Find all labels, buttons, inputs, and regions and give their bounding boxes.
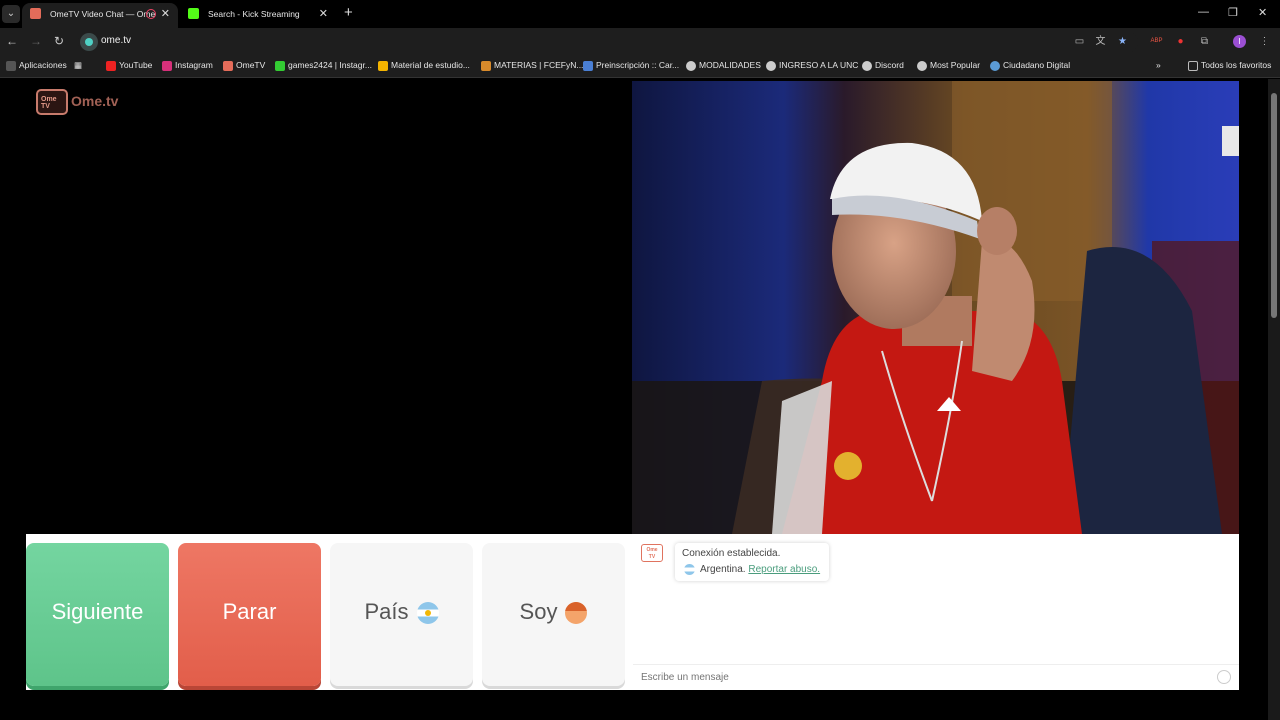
connection-status: Conexión establecida. <box>682 548 781 559</box>
apps-grid-icon <box>6 61 16 71</box>
kick-favicon-icon <box>188 8 199 19</box>
partner-country: Argentina. <box>700 564 746 575</box>
logo-wordmark: Ome.tv <box>71 93 119 109</box>
bookmark-youtube[interactable]: YouTube <box>106 60 152 71</box>
more-bookmarks-icon[interactable]: » <box>1156 60 1161 70</box>
gender-button[interactable]: Soy <box>482 543 625 686</box>
adblock-icon[interactable]: ABP <box>1150 35 1163 48</box>
guarani-icon <box>583 61 593 71</box>
partner-video-frame <box>632 81 1239 534</box>
argentina-flag-icon <box>416 602 439 625</box>
tab-title: Search - Kick Streaming <box>208 9 300 19</box>
country-button[interactable]: País <box>330 543 473 686</box>
boy-emoji-icon <box>565 602 588 625</box>
globe-icon <box>862 61 872 71</box>
site-info-icon[interactable] <box>80 33 98 51</box>
bookmark-instagram[interactable]: Instagram <box>162 60 213 71</box>
bookmark-ciudadano[interactable]: Ciudadano Digital <box>990 60 1070 71</box>
tab-strip: ⌄ OmeTV Video Chat — Ome ✕ Search - Kick… <box>0 0 1280 28</box>
materias-icon <box>481 61 491 71</box>
bookmark-star-icon[interactable]: ★ <box>1116 35 1129 48</box>
partner-video <box>632 81 1239 534</box>
profile-avatar-icon[interactable]: I <box>1233 35 1246 48</box>
tab-ometv[interactable]: OmeTV Video Chat — Ome ✕ <box>22 3 178 28</box>
folder-icon <box>1188 61 1198 71</box>
next-button-label: Siguiente <box>51 599 144 624</box>
globe-icon <box>917 61 927 71</box>
minimize-icon[interactable]: — <box>1198 6 1209 18</box>
bookmark-material[interactable]: Material de estudio... <box>378 60 470 71</box>
system-message: Conexión establecida. Argentina. Reporta… <box>675 543 829 581</box>
close-window-icon[interactable]: ✕ <box>1258 6 1267 19</box>
drive-icon <box>378 61 388 71</box>
bookmarks-bar: Aplicaciones ▦ YouTube Instagram OmeTV g… <box>0 56 1280 78</box>
country-button-label: País <box>364 599 409 624</box>
tab-title: OmeTV Video Chat — Ome <box>50 9 156 19</box>
address-bar[interactable]: ome.tv <box>78 31 1138 53</box>
gender-button-label: Soy <box>519 599 558 624</box>
tab-kick[interactable]: Search - Kick Streaming ✕ <box>180 3 336 28</box>
close-tab-icon[interactable]: ✕ <box>161 3 170 25</box>
tv-logo-icon: Ome TV <box>36 89 68 115</box>
new-tab-icon[interactable]: + <box>344 5 353 21</box>
bookmark-materias[interactable]: MATERIAS | FCEFyN... <box>481 60 583 71</box>
extensions-puzzle-icon[interactable]: ⧉ <box>1198 35 1211 48</box>
translate-icon[interactable]: 文 <box>1094 35 1107 48</box>
message-input-bar <box>633 664 1239 688</box>
cast-icon[interactable]: ▭ <box>1073 35 1086 48</box>
green-app-icon <box>275 61 285 71</box>
web-page: Ome TV Ome.tv Siguiente Parar País Soy O… <box>0 79 1280 720</box>
ciudadano-icon <box>990 61 1000 71</box>
youtube-icon <box>106 61 116 71</box>
forward-icon[interactable]: → <box>30 34 42 48</box>
bookmark-apps[interactable]: Aplicaciones <box>6 60 67 71</box>
stop-button[interactable]: Parar <box>178 543 321 686</box>
reload-icon[interactable]: ↻ <box>54 34 64 48</box>
ometv-app: Ome TV Ome.tv Siguiente Parar País Soy O… <box>26 81 1239 690</box>
ometv-favicon-icon <box>30 8 41 19</box>
emoji-icon[interactable] <box>1217 670 1231 684</box>
restore-icon[interactable]: ❐ <box>1228 6 1238 19</box>
report-abuse-link[interactable]: Reportar abuso. <box>748 564 820 575</box>
ometv-icon <box>223 61 233 71</box>
bookmark-most-popular[interactable]: Most Popular <box>917 60 980 71</box>
bookmark-modalidades[interactable]: MODALIDADES <box>686 60 761 71</box>
chat-panel: Ome TV Conexión establecida. Argentina. R… <box>633 536 1239 690</box>
bookmark-games2424[interactable]: games2424 | Instagr... <box>275 60 372 71</box>
page-scrollbar[interactable] <box>1268 79 1280 720</box>
all-favorites-folder[interactable]: Todos los favoritos <box>1188 60 1271 71</box>
scrollbar-thumb[interactable] <box>1271 93 1277 318</box>
ometv-logo: Ome TV Ome.tv <box>36 89 128 115</box>
close-tab-icon[interactable]: ✕ <box>319 3 328 25</box>
tab-groups-icon[interactable]: ▦ <box>74 60 82 71</box>
browser-toolbar: ← → ↻ ome.tv ▭ 文 ★ ABP ● ⧉ I ⋮ <box>0 28 1280 56</box>
instagram-icon <box>162 61 172 71</box>
self-video: Ome TV Ome.tv <box>26 81 632 534</box>
stop-button-label: Parar <box>222 599 277 624</box>
bookmark-ometv[interactable]: OmeTV <box>223 60 265 71</box>
ometv-chat-logo-icon: Ome TV <box>641 544 663 562</box>
back-icon[interactable]: ← <box>6 34 18 48</box>
argentina-flag-icon <box>684 564 695 575</box>
next-button[interactable]: Siguiente <box>26 543 169 686</box>
tab-search-menu-icon[interactable]: ⌄ <box>2 5 20 23</box>
globe-icon <box>686 61 696 71</box>
bookmark-discord[interactable]: Discord <box>862 60 904 71</box>
bookmark-preinscripcion[interactable]: Preinscripción :: Car... <box>583 60 679 71</box>
recording-icon <box>146 9 156 19</box>
bookmark-ingreso[interactable]: INGRESO A LA UNC <box>766 60 858 71</box>
globe-icon <box>766 61 776 71</box>
message-input[interactable] <box>641 670 1201 684</box>
extension-icon[interactable]: ● <box>1174 35 1187 48</box>
more-menu-icon[interactable]: ⋮ <box>1258 35 1271 48</box>
url-text[interactable]: ome.tv <box>101 35 131 46</box>
